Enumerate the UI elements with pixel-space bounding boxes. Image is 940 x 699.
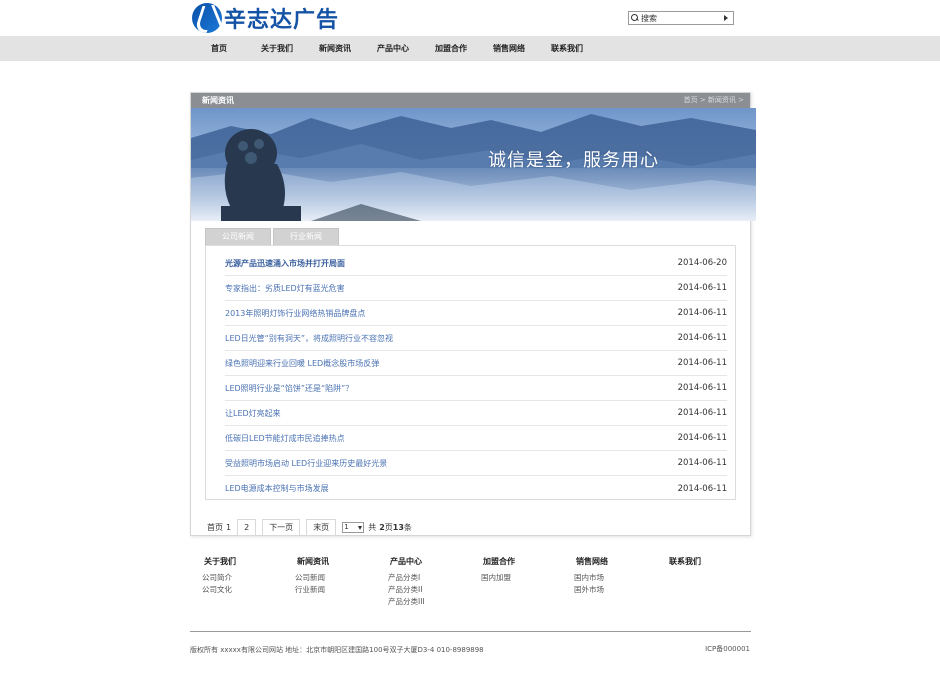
footer-col-heading[interactable]: 联系我们 — [669, 556, 735, 567]
news-date: 2014-06-11 — [677, 483, 727, 494]
nav-item-news[interactable]: 新闻资讯 — [306, 36, 364, 61]
news-date: 2014-06-11 — [677, 433, 727, 443]
copyright-text: 版权所有 xxxxx有限公司网站 地址：北京市朝阳区建国路100号双子大厦D3-… — [190, 646, 484, 654]
news-list-box: 光源产品迅速涌入市场并打开局面 2014-06-20 专家指出：劣质LED灯有蓝… — [205, 245, 736, 500]
pager-next-link[interactable]: 下一页 — [262, 518, 301, 536]
news-date: 2014-06-11 — [677, 383, 727, 393]
footer-col-join: 加盟合作 国内加盟 — [469, 556, 549, 584]
news-list: 光源产品迅速涌入市场并打开局面 2014-06-20 专家指出：劣质LED灯有蓝… — [225, 251, 727, 501]
pager-total-prefix: 共 — [368, 522, 377, 532]
news-title-link[interactable]: 受益照明市场启动 LED行业迎来历史最好光景 — [225, 458, 387, 469]
list-item: 让LED灯亮起来 2014-06-11 — [225, 401, 727, 426]
nav-item-about[interactable]: 关于我们 — [248, 36, 306, 61]
news-date: 2014-06-11 — [677, 333, 727, 343]
footer-link[interactable]: 公司文化 — [202, 584, 270, 596]
pager-select-value: 1 — [344, 523, 349, 531]
news-tabs: 公司新闻 行业新闻 — [205, 228, 341, 245]
logo-mark-icon — [192, 3, 222, 33]
search-submit-arrow-icon[interactable] — [721, 12, 731, 24]
news-date: 2014-06-20 — [677, 258, 727, 268]
section-title-bar: 新闻资讯 首页 > 新闻资讯 > — [191, 93, 750, 108]
pager-page-2-link[interactable]: 2 — [237, 518, 257, 536]
pager-pages-word: 页 — [384, 522, 393, 532]
main-nav: 首页 关于我们 新闻资讯 产品中心 加盟合作 销售网络 联系我们 — [0, 36, 940, 61]
footer-col-sales: 销售网络 国内市场 国外市场 — [562, 556, 642, 596]
news-panel: 新闻资讯 首页 > 新闻资讯 > 诚信是金，服务用心 公司新闻 行业新闻 光源产… — [190, 92, 756, 536]
breadcrumb[interactable]: 首页 > 新闻资讯 > — [684, 93, 744, 108]
pager-last-link[interactable]: 末页 — [306, 518, 337, 536]
list-item: 2013年照明灯饰行业网络热销品牌盘点 2014-06-11 — [225, 301, 727, 326]
list-item: 低碳日LED节能灯成市民追捧热点 2014-06-11 — [225, 426, 727, 451]
news-date: 2014-06-11 — [677, 458, 727, 468]
pager-current-page: 1 — [226, 522, 232, 532]
footer-col-about: 关于我们 公司简介 公司文化 — [190, 556, 270, 596]
footer-link[interactable]: 公司简介 — [202, 572, 270, 584]
list-item: LED照明行业是“馅饼”还是“陷阱”？ 2014-06-11 — [225, 376, 727, 401]
nav-item-home[interactable]: 首页 — [190, 36, 248, 61]
news-title-link[interactable]: LED照明行业是“馅饼”还是“陷阱”？ — [225, 383, 353, 394]
banner-image: 诚信是金，服务用心 — [191, 108, 756, 221]
pager-total-items: 13 — [392, 522, 404, 532]
footer-col-heading[interactable]: 新闻资讯 — [297, 556, 363, 567]
pager-page-select[interactable]: 1 — [342, 521, 365, 533]
footer-link[interactable]: 国外市场 — [574, 584, 642, 596]
news-title-link[interactable]: 让LED灯亮起来 — [225, 408, 281, 419]
header: 辛志达广告 — [0, 0, 940, 36]
news-title-link[interactable]: 低碳日LED节能灯成市民追捧热点 — [225, 433, 345, 444]
news-date: 2014-06-11 — [677, 283, 727, 293]
footer-link[interactable]: 产品分类I — [388, 572, 456, 584]
search-box — [628, 11, 734, 25]
news-date: 2014-06-11 — [677, 358, 727, 368]
search-icon — [631, 14, 639, 22]
footer-link[interactable]: 产品分类III — [388, 596, 456, 608]
pager-first-link[interactable]: 首页 — [207, 522, 223, 533]
footer-link[interactable]: 国内市场 — [574, 572, 642, 584]
banner-slogan: 诚信是金，服务用心 — [488, 150, 659, 171]
news-title-link[interactable]: 2013年照明灯饰行业网络热销品牌盘点 — [225, 308, 365, 319]
nav-item-join[interactable]: 加盟合作 — [422, 36, 480, 61]
news-title-link[interactable]: 光源产品迅速涌入市场并打开局面 — [225, 258, 345, 269]
list-item: 受益照明市场启动 LED行业迎来历史最好光景 2014-06-11 — [225, 451, 727, 476]
footer-col-heading[interactable]: 关于我们 — [204, 556, 270, 567]
section-title: 新闻资讯 — [202, 96, 234, 105]
list-item: 光源产品迅速涌入市场并打开局面 2014-06-20 — [225, 251, 727, 276]
tab-company-news[interactable]: 公司新闻 — [205, 228, 271, 245]
logo-text: 辛志达广告 — [224, 8, 340, 33]
logo[interactable]: 辛志达广告 — [192, 3, 339, 33]
footer-link[interactable]: 公司新闻 — [295, 572, 363, 584]
footer-link[interactable]: 产品分类II — [388, 584, 456, 596]
footer-links: 关于我们 公司简介 公司文化 新闻资讯 公司新闻 行业新闻 产品中心 产品分类I… — [190, 556, 751, 616]
footer-divider — [190, 631, 751, 632]
list-item: 专家指出：劣质LED灯有蓝光危害 2014-06-11 — [225, 276, 727, 301]
footer-col-news: 新闻资讯 公司新闻 行业新闻 — [283, 556, 363, 596]
nav-item-sales[interactable]: 销售网络 — [480, 36, 538, 61]
list-item: LED电源成本控制与市场发展 2014-06-11 — [225, 476, 727, 501]
footer-col-products: 产品中心 产品分类I 产品分类II 产品分类III — [376, 556, 456, 608]
search-input[interactable] — [639, 12, 721, 24]
nav-item-contact[interactable]: 联系我们 — [538, 36, 596, 61]
footer-col-contact: 联系我们 — [655, 556, 735, 572]
news-title-link[interactable]: LED电源成本控制与市场发展 — [225, 483, 329, 494]
news-title-link[interactable]: LED日光管“别有洞天”，将成照明行业不容忽视 — [225, 333, 393, 344]
footer-col-heading[interactable]: 销售网络 — [576, 556, 642, 567]
nav-item-products[interactable]: 产品中心 — [364, 36, 422, 61]
news-date: 2014-06-11 — [677, 308, 727, 318]
footer-col-heading[interactable]: 产品中心 — [390, 556, 456, 567]
icp-number[interactable]: ICP备000001 — [705, 644, 750, 654]
list-item: 绿色照明迎来行业回暖 LED概念股市场反弹 2014-06-11 — [225, 351, 727, 376]
list-item: LED日光管“别有洞天”，将成照明行业不容忽视 2014-06-11 — [225, 326, 727, 351]
tab-industry-news[interactable]: 行业新闻 — [273, 228, 339, 245]
pager-items-word: 条 — [403, 522, 412, 532]
news-title-link[interactable]: 绿色照明迎来行业回暖 LED概念股市场反弹 — [225, 358, 379, 369]
footer-link[interactable]: 国内加盟 — [481, 572, 549, 584]
news-date: 2014-06-11 — [677, 408, 727, 418]
footer-link[interactable]: 行业新闻 — [295, 584, 363, 596]
news-title-link[interactable]: 专家指出：劣质LED灯有蓝光危害 — [225, 283, 345, 294]
footer-col-heading[interactable]: 加盟合作 — [483, 556, 549, 567]
pagination: 首页 1 2 下一页 末页 1 共 2 页 13 条 — [207, 518, 412, 536]
